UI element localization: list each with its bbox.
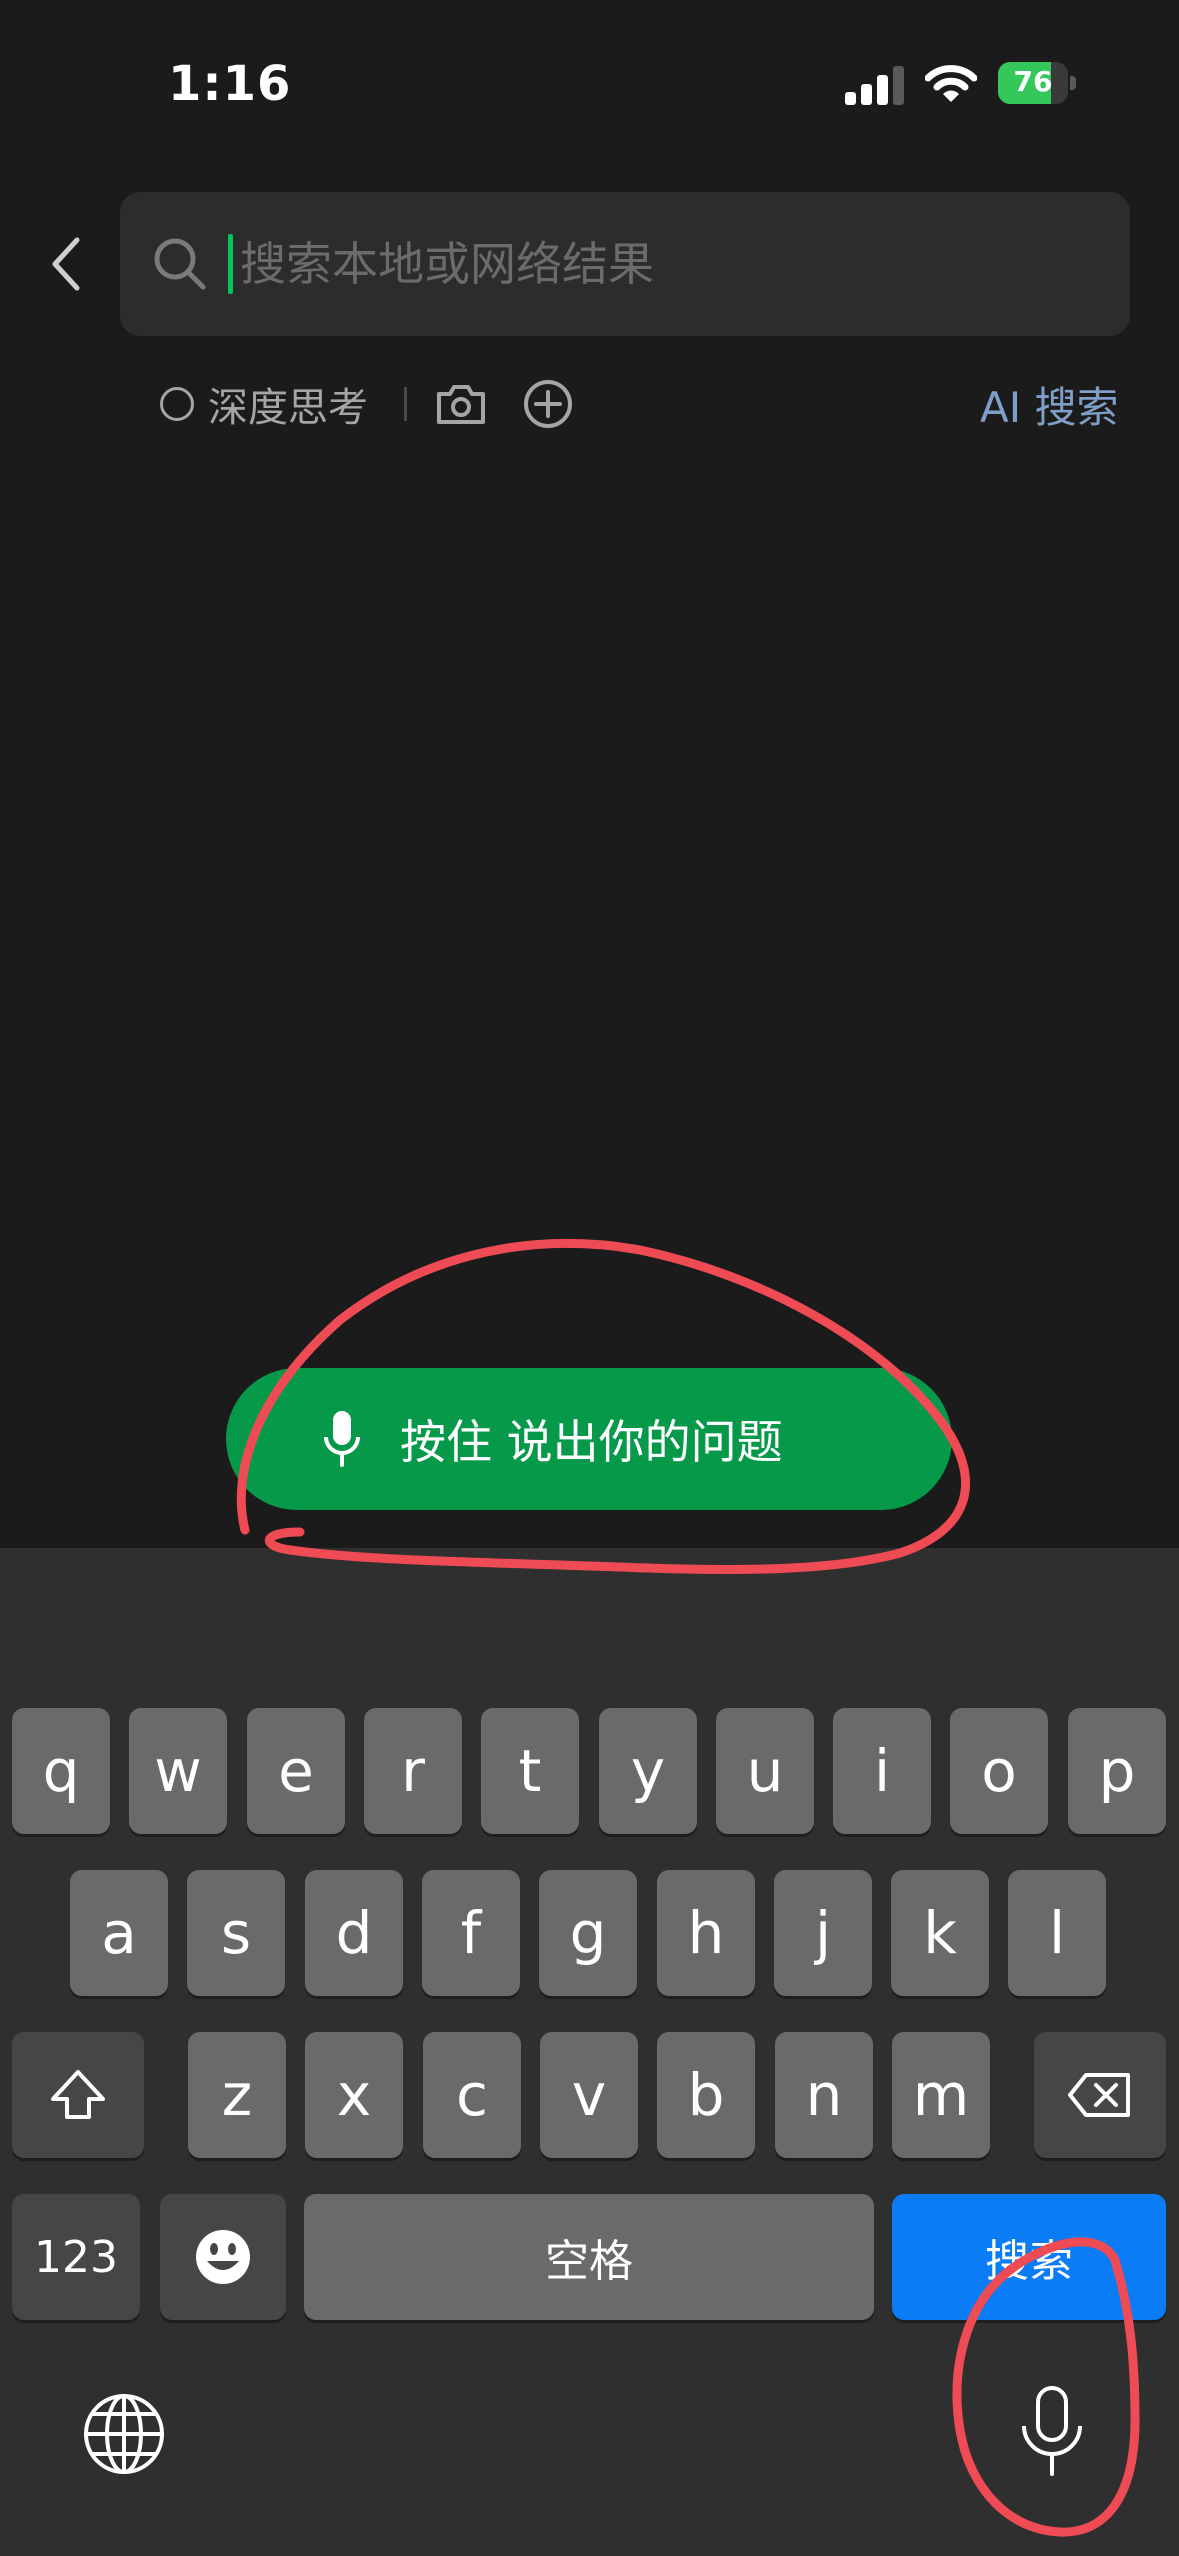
- key-e[interactable]: e: [247, 1708, 345, 1834]
- deep-think-toggle[interactable]: 深度思考: [160, 375, 368, 433]
- radio-circle-icon: [160, 387, 194, 421]
- key-d[interactable]: d: [305, 1870, 403, 1996]
- globe-icon[interactable]: [82, 2392, 166, 2476]
- wifi-icon: [925, 65, 977, 102]
- emoji-icon: [196, 2230, 250, 2284]
- key-a[interactable]: a: [70, 1870, 168, 1996]
- key-j[interactable]: j: [774, 1870, 872, 1996]
- space-key-label: 空格: [545, 2236, 633, 2287]
- numbers-key[interactable]: 123: [12, 2194, 140, 2320]
- key-m[interactable]: m: [892, 2032, 990, 2158]
- backspace-icon: [1068, 2073, 1130, 2117]
- search-key-label: 搜索: [985, 2236, 1073, 2287]
- key-u[interactable]: u: [716, 1708, 814, 1834]
- battery-indicator: 76: [998, 62, 1076, 104]
- camera-icon[interactable]: [435, 382, 487, 426]
- key-y[interactable]: y: [599, 1708, 697, 1834]
- key-r[interactable]: r: [364, 1708, 462, 1834]
- key-b[interactable]: b: [657, 2032, 755, 2158]
- key-c[interactable]: c: [423, 2032, 521, 2158]
- key-h[interactable]: h: [657, 1870, 755, 1996]
- key-o[interactable]: o: [950, 1708, 1048, 1834]
- space-key[interactable]: 空格: [304, 2194, 874, 2320]
- battery-percent: 76: [1013, 65, 1053, 98]
- key-f[interactable]: f: [422, 1870, 520, 1996]
- dictation-microphone-icon[interactable]: [1010, 2382, 1094, 2482]
- numbers-key-label: 123: [34, 2231, 118, 2283]
- key-s[interactable]: s: [187, 1870, 285, 1996]
- emoji-key[interactable]: [160, 2194, 286, 2320]
- key-l[interactable]: l: [1008, 1870, 1106, 1996]
- key-v[interactable]: v: [540, 2032, 638, 2158]
- shift-icon: [51, 2070, 105, 2119]
- key-t[interactable]: t: [481, 1708, 579, 1834]
- key-z[interactable]: z: [188, 2032, 286, 2158]
- key-p[interactable]: p: [1068, 1708, 1166, 1834]
- status-time: 1:16: [168, 56, 292, 112]
- key-i[interactable]: i: [833, 1708, 931, 1834]
- key-w[interactable]: w: [129, 1708, 227, 1834]
- divider: [404, 387, 407, 421]
- key-g[interactable]: g: [539, 1870, 637, 1996]
- hold-to-talk-label: 按住 说出你的问题: [400, 1415, 783, 1469]
- hold-to-talk-button[interactable]: 按住 说出你的问题: [226, 1368, 952, 1510]
- key-q[interactable]: q: [12, 1708, 110, 1834]
- microphone-icon: [322, 1409, 362, 1469]
- key-k[interactable]: k: [891, 1870, 989, 1996]
- ai-search-link[interactable]: AI 搜索: [980, 374, 1118, 435]
- add-circle-icon[interactable]: [523, 379, 573, 429]
- chevron-left-icon: [52, 237, 80, 291]
- text-cursor: [228, 234, 233, 294]
- delete-key[interactable]: [1034, 2032, 1166, 2158]
- search-icon: [154, 238, 206, 290]
- search-tools-row: 深度思考: [160, 374, 573, 434]
- deep-think-label: 深度思考: [208, 385, 368, 431]
- shift-key[interactable]: [12, 2032, 144, 2158]
- cellular-signal-icon: [845, 66, 904, 105]
- search-input[interactable]: [240, 232, 1100, 296]
- search-key[interactable]: 搜索: [892, 2194, 1166, 2320]
- back-button[interactable]: [40, 228, 92, 300]
- key-n[interactable]: n: [775, 2032, 873, 2158]
- key-x[interactable]: x: [305, 2032, 403, 2158]
